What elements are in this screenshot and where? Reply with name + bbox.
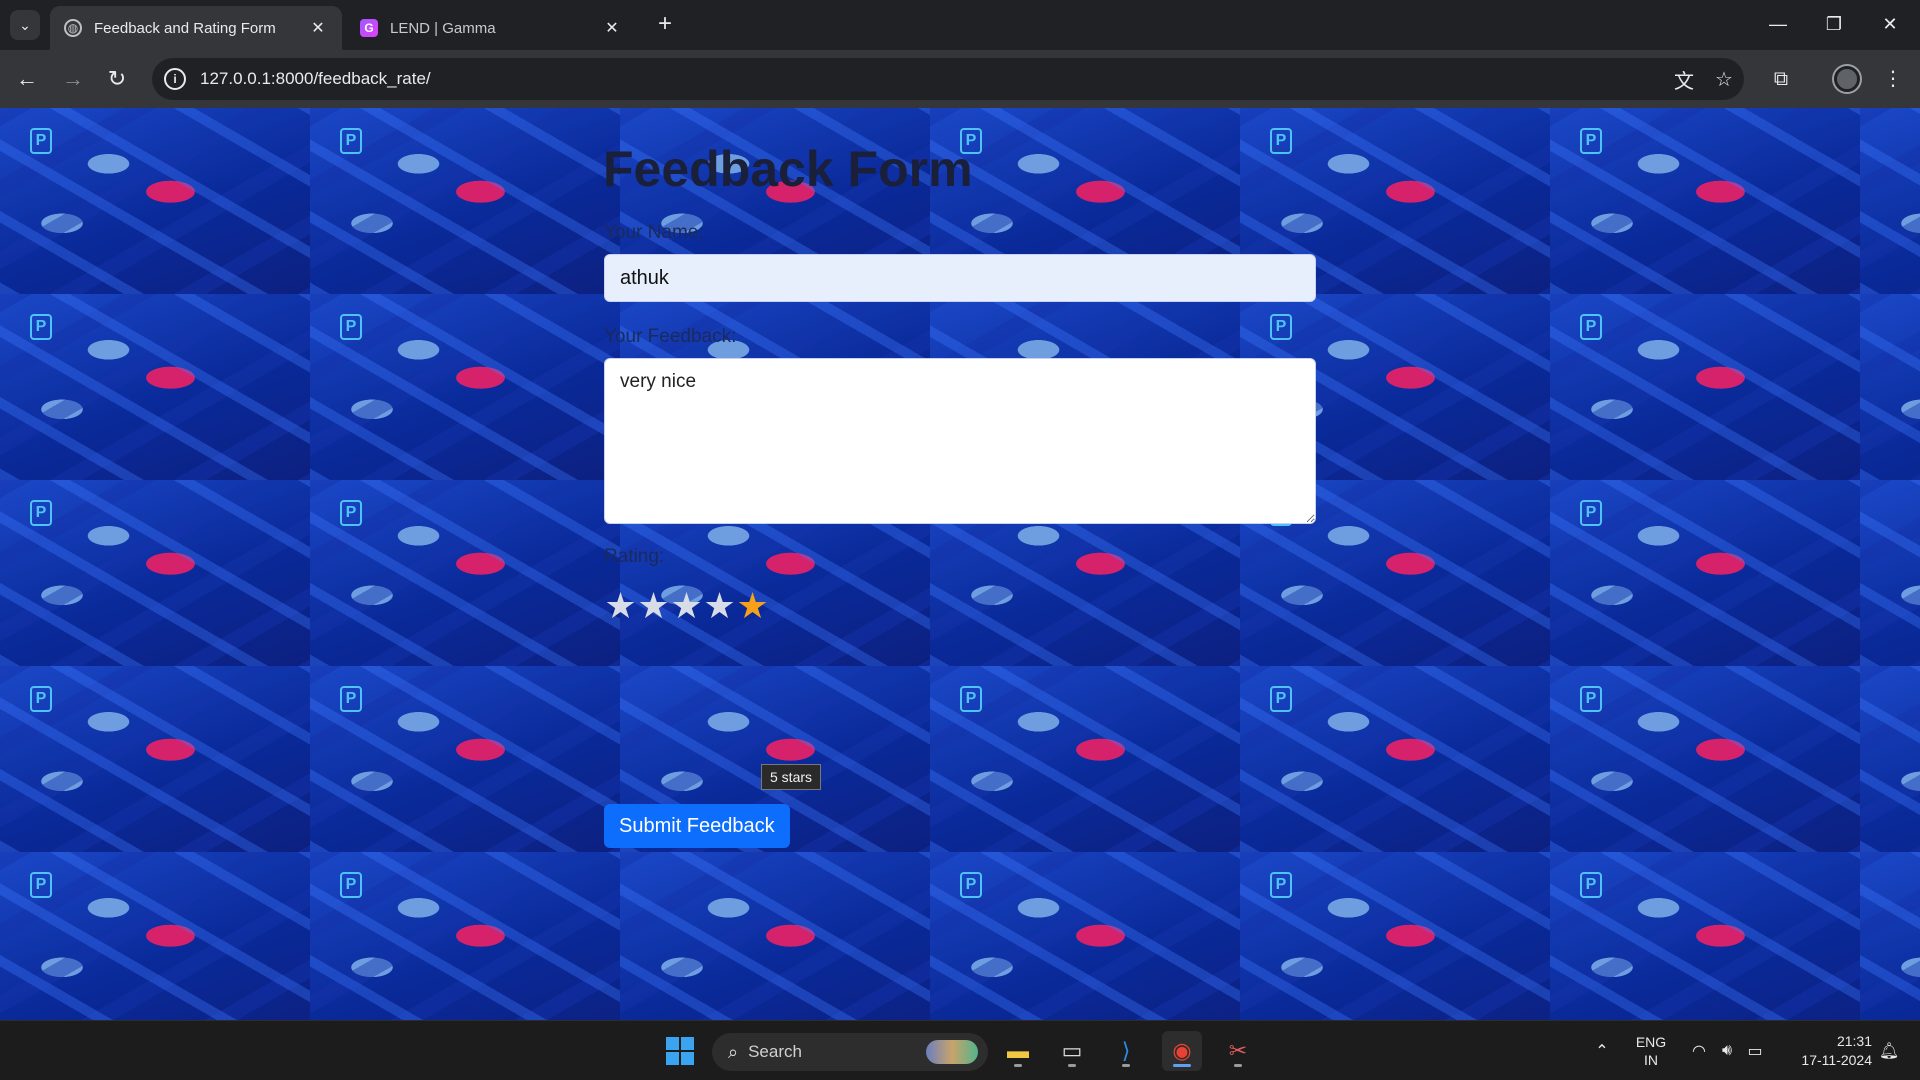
address-bar[interactable]: i 127.0.0.1:8000/feedback_rate/ ⽂ ☆: [152, 58, 1744, 100]
notification-bell-icon[interactable]: 🔔︎: [1876, 1021, 1902, 1080]
search-placeholder: Search: [748, 1042, 802, 1061]
volume-icon[interactable]: 🔊︎: [1714, 1021, 1740, 1080]
clock-time: 21:31: [1836, 1033, 1872, 1049]
gamma-icon: G: [360, 19, 378, 37]
tab-lend-gamma[interactable]: G LEND | Gamma ✕: [346, 6, 636, 50]
browser-tab-bar: ⌄ ◍ Feedback and Rating Form ✕ G LEND | …: [0, 0, 1920, 50]
parking-sign-icon: P: [1580, 314, 1602, 340]
page-title: Feedback Form: [603, 141, 973, 197]
reload-icon: ↻: [107, 66, 127, 91]
restore-button[interactable]: ❐: [1814, 8, 1854, 40]
star-icon[interactable]: ★: [637, 586, 670, 626]
vscode-icon[interactable]: ⟩: [1106, 1031, 1146, 1071]
snipping-tool-icon[interactable]: ✂: [1218, 1031, 1258, 1071]
new-tab-button[interactable]: +: [652, 12, 678, 38]
chevron-down-icon: ⌄: [19, 16, 31, 33]
name-input[interactable]: [604, 254, 1316, 302]
tab-title: Feedback and Rating Form: [94, 19, 276, 37]
submit-feedback-button[interactable]: Submit Feedback: [604, 804, 790, 848]
parking-sign-icon: P: [960, 872, 982, 898]
parking-sign-icon: P: [30, 686, 52, 712]
battery-icon[interactable]: ▭: [1742, 1021, 1768, 1080]
parking-sign-icon: P: [1580, 872, 1602, 898]
close-window-button[interactable]: ✕: [1870, 8, 1910, 40]
url-text[interactable]: 127.0.0.1:8000/feedback_rate/: [200, 69, 1664, 89]
parking-sign-icon: P: [1270, 872, 1292, 898]
parking-sign-icon: P: [30, 500, 52, 526]
tab-feedback-form[interactable]: ◍ Feedback and Rating Form ✕: [50, 6, 342, 50]
page-viewport: P P P P P P P P P P P P P P P P P P P P …: [0, 108, 1920, 1020]
star-icon[interactable]: ★: [703, 586, 736, 626]
parking-sign-icon: P: [1270, 686, 1292, 712]
windows-taskbar: ⌕ Search ▬ ▭ ⟩ ◉ ✂ ⌃ ENG IN ◠ 🔊︎ ▭ 21:31…: [0, 1020, 1920, 1080]
region-code: IN: [1644, 1052, 1658, 1068]
translate-icon[interactable]: ⽂: [1664, 65, 1704, 94]
name-label: Your Name:: [604, 222, 704, 243]
parking-sign-icon: P: [340, 686, 362, 712]
parking-sign-icon: P: [1580, 500, 1602, 526]
star-icon[interactable]: ★: [670, 586, 703, 626]
parking-sign-icon: P: [30, 128, 52, 154]
parking-sign-icon: P: [30, 872, 52, 898]
star-rating: ★ ★ ★ ★ ★: [604, 586, 1316, 626]
terminal-icon[interactable]: ▭: [1052, 1031, 1092, 1071]
chevron-up-icon[interactable]: ⌃: [1586, 1021, 1618, 1080]
star-icon[interactable]: ★: [604, 586, 637, 626]
star-icon[interactable]: ★: [736, 586, 769, 626]
tab-title: LEND | Gamma: [390, 19, 496, 37]
parking-sign-icon: P: [340, 872, 362, 898]
browser-toolbar: ← → ↻ i 127.0.0.1:8000/feedback_rate/ ⽂ …: [0, 50, 1920, 108]
taskbar-search[interactable]: ⌕ Search: [712, 1033, 988, 1071]
clock[interactable]: 21:31 17-11-2024: [1780, 1021, 1872, 1080]
parking-sign-icon: P: [340, 314, 362, 340]
windows-logo-icon: [666, 1037, 694, 1065]
parking-sign-icon: P: [340, 500, 362, 526]
parking-sign-icon: P: [1580, 686, 1602, 712]
minimize-button[interactable]: —: [1758, 8, 1798, 40]
close-tab-icon[interactable]: ✕: [308, 18, 328, 38]
extensions-icon[interactable]: ⧉: [1764, 62, 1798, 96]
forward-button[interactable]: →: [56, 62, 90, 96]
parking-sign-icon: P: [30, 314, 52, 340]
close-tab-icon[interactable]: ✕: [602, 18, 622, 38]
start-button[interactable]: [660, 1031, 700, 1071]
parking-sign-icon: P: [960, 686, 982, 712]
reload-button[interactable]: ↻: [100, 62, 134, 96]
parking-sign-icon: P: [340, 128, 362, 154]
parking-sign-icon: P: [1580, 128, 1602, 154]
bookmark-star-icon[interactable]: ☆: [1704, 67, 1744, 92]
menu-kebab-icon[interactable]: ⋮: [1876, 62, 1910, 96]
clock-date: 17-11-2024: [1801, 1052, 1872, 1068]
site-info-icon[interactable]: i: [164, 68, 186, 90]
globe-icon: ◍: [64, 19, 82, 37]
feedback-label: Your Feedback:: [604, 326, 737, 347]
feedback-textarea[interactable]: very nice: [604, 358, 1316, 524]
profile-avatar[interactable]: [1834, 66, 1860, 92]
feedback-form: Feedback Form Your Name: Your Feedback: …: [603, 140, 1316, 848]
rating-tooltip: 5 stars: [761, 764, 822, 790]
chrome-icon[interactable]: ◉: [1162, 1031, 1202, 1071]
search-icon: ⌕: [728, 1041, 739, 1062]
back-button[interactable]: ←: [10, 62, 44, 96]
wifi-icon[interactable]: ◠: [1686, 1021, 1712, 1080]
file-explorer-icon[interactable]: ▬: [998, 1031, 1038, 1071]
tab-search-button[interactable]: ⌄: [10, 10, 40, 40]
rating-label: Rating:: [604, 546, 665, 567]
arrow-left-icon: ←: [16, 66, 38, 91]
language-code: ENG: [1635, 1034, 1667, 1050]
arrow-right-icon: →: [62, 66, 84, 91]
language-indicator[interactable]: ENG IN: [1626, 1021, 1676, 1080]
search-highlight-icon: [926, 1040, 978, 1064]
